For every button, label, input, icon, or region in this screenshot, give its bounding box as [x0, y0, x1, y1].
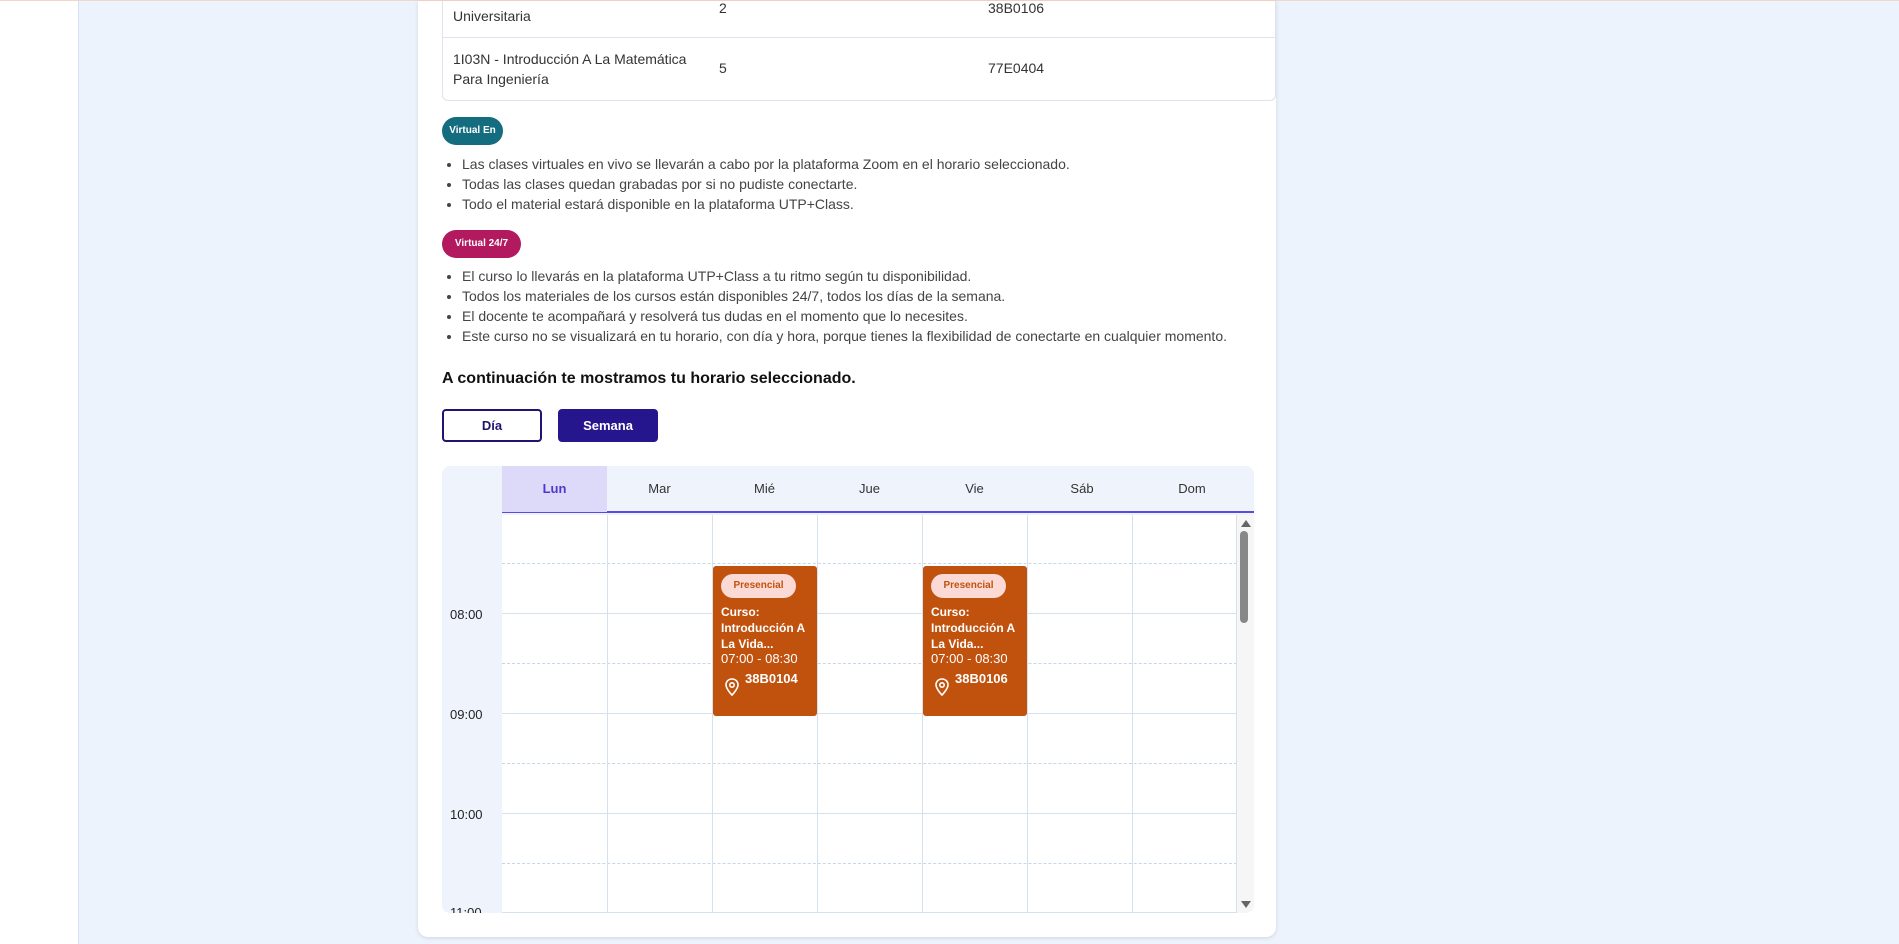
- course-count: 2: [719, 0, 727, 16]
- course-name: Universitaria: [453, 8, 531, 24]
- day-header-dom[interactable]: Dom: [1137, 466, 1247, 512]
- scroll-up-arrow-icon[interactable]: [1241, 520, 1251, 527]
- virtual-247-notes: El curso lo llevarás en la plataforma UT…: [462, 266, 1227, 346]
- day-header-jue[interactable]: Jue: [817, 466, 922, 512]
- schedule-title: A continuación te mostramos tu horario s…: [442, 370, 856, 387]
- scrollbar-thumb[interactable]: [1240, 531, 1248, 623]
- presencial-badge: Presencial: [721, 574, 796, 598]
- class-event-card[interactable]: Presencial Curso: Introducción A La Vida…: [713, 566, 817, 716]
- day-view-button[interactable]: Día: [442, 409, 542, 442]
- week-view-button[interactable]: Semana: [558, 409, 658, 442]
- event-time: 07:00 - 08:30: [931, 651, 1008, 666]
- location-pin-icon: [935, 678, 949, 696]
- calendar-grid: Presencial Curso: Introducción A La Vida…: [502, 515, 1237, 913]
- event-course-title: Curso: Introducción A La Vida...: [721, 605, 805, 651]
- day-header-mie[interactable]: Mié: [712, 466, 817, 512]
- time-label: 08:00: [450, 607, 483, 622]
- time-label: 09:00: [450, 707, 483, 722]
- virtual-live-notes: Las clases virtuales en vivo se llevarán…: [462, 154, 1070, 214]
- half-hour-line: [502, 763, 1237, 764]
- course-count: 5: [719, 60, 727, 76]
- weekly-calendar: Lun Mar Mié Jue Vie Sáb Dom 08:00 09:00 …: [442, 466, 1254, 913]
- day-divider: [607, 515, 608, 913]
- day-divider: [1027, 515, 1028, 913]
- day-header-vie[interactable]: Vie: [922, 466, 1027, 512]
- hour-line: [502, 713, 1237, 714]
- class-event-card[interactable]: Presencial Curso: Introducción A La Vida…: [923, 566, 1027, 716]
- day-header-row: Lun Mar Mié Jue Vie Sáb Dom: [502, 466, 1254, 513]
- hour-line: [502, 813, 1237, 814]
- day-header-lun[interactable]: Lun: [502, 466, 607, 512]
- list-item: Todos los materiales de los cursos están…: [462, 286, 1227, 306]
- list-item: Todo el material estará disponible en la…: [462, 194, 1070, 214]
- list-item: El docente te acompañará y resolverá tus…: [462, 306, 1227, 326]
- calendar-scrollbar[interactable]: [1237, 515, 1254, 913]
- course-room: 38B0106: [988, 0, 1045, 16]
- table-row: Universitaria 2 38B0106: [443, 0, 1275, 38]
- list-item: El curso lo llevarás en la plataforma UT…: [462, 266, 1227, 286]
- half-hour-line: [502, 863, 1237, 864]
- hour-line: [502, 613, 1237, 614]
- virtual-247-badge: Virtual 24/7: [442, 230, 521, 258]
- half-hour-line: [502, 563, 1237, 564]
- virtual-live-badge: Virtual En Vivo: [442, 117, 503, 164]
- event-room: 38B0104: [745, 671, 798, 686]
- schedule-card: Universitaria 2 38B0106 1I03N - Introduc…: [418, 0, 1276, 937]
- day-divider: [1132, 515, 1133, 913]
- presencial-badge: Presencial: [931, 574, 1006, 598]
- time-label: 11:00: [450, 905, 482, 913]
- event-room: 38B0106: [955, 671, 1008, 686]
- event-time: 07:00 - 08:30: [721, 651, 798, 666]
- day-divider: [817, 515, 818, 913]
- scroll-down-arrow-icon[interactable]: [1241, 901, 1251, 908]
- event-course-title: Curso: Introducción A La Vida...: [931, 605, 1015, 651]
- list-item: Todas las clases quedan grabadas por si …: [462, 174, 1070, 194]
- course-name: 1I03N - Introducción A La Matemática Par…: [453, 51, 687, 87]
- course-room: 77E0404: [988, 60, 1045, 76]
- time-label: 10:00: [450, 807, 483, 822]
- half-hour-line: [502, 663, 1237, 664]
- list-item: Este curso no se visualizará en tu horar…: [462, 326, 1227, 346]
- day-header-sab[interactable]: Sáb: [1027, 466, 1137, 512]
- day-header-mar[interactable]: Mar: [607, 466, 712, 512]
- location-pin-icon: [725, 678, 739, 696]
- hour-line: [502, 912, 1237, 913]
- table-row: 1I03N - Introducción A La Matemática Par…: [443, 38, 1275, 100]
- list-item: Las clases virtuales en vivo se llevarán…: [462, 154, 1070, 174]
- courses-table: Universitaria 2 38B0106 1I03N - Introduc…: [442, 0, 1276, 101]
